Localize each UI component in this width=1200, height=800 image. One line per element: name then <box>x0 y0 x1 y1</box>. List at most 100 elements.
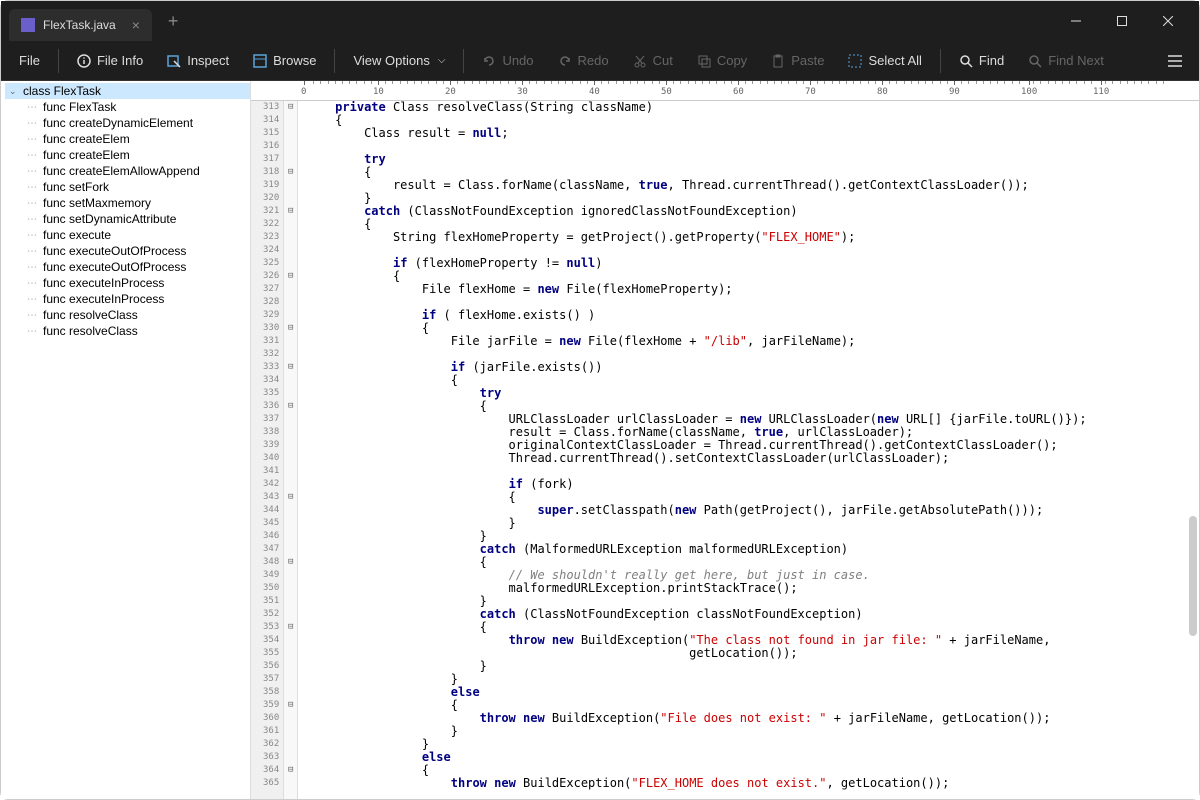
paste-icon <box>771 54 785 68</box>
code-editor[interactable]: 3133143153163173183193203213223233243253… <box>251 101 1199 799</box>
fold-toggle[interactable] <box>284 426 297 439</box>
find-next-button[interactable]: Find Next <box>1018 47 1114 74</box>
fold-toggle[interactable] <box>284 153 297 166</box>
fold-toggle[interactable]: ⊟ <box>284 556 297 569</box>
fold-toggle[interactable] <box>284 452 297 465</box>
fold-column[interactable]: ⊟ ⊟ ⊟ ⊟ ⊟ ⊟ ⊟ ⊟ ⊟ ⊟ ⊟ ⊟ <box>284 101 298 799</box>
tree-item[interactable]: func execute <box>23 227 250 243</box>
tree-item[interactable]: func executeInProcess <box>23 275 250 291</box>
undo-button[interactable]: Undo <box>472 47 543 74</box>
file-menu[interactable]: File <box>9 47 50 74</box>
copy-button[interactable]: Copy <box>687 47 757 74</box>
fold-toggle[interactable] <box>284 530 297 543</box>
fold-toggle[interactable] <box>284 244 297 257</box>
line-gutter: 3133143153163173183193203213223233243253… <box>251 101 284 799</box>
tree-collapse-icon[interactable]: ⌄ <box>9 86 19 97</box>
fold-toggle[interactable]: ⊟ <box>284 361 297 374</box>
tree-item[interactable]: func createElem <box>23 147 250 163</box>
fold-toggle[interactable] <box>284 192 297 205</box>
paste-button[interactable]: Paste <box>761 47 834 74</box>
fold-toggle[interactable]: ⊟ <box>284 699 297 712</box>
fold-toggle[interactable] <box>284 179 297 192</box>
fold-toggle[interactable]: ⊟ <box>284 101 297 114</box>
fold-toggle[interactable]: ⊟ <box>284 491 297 504</box>
fold-toggle[interactable] <box>284 686 297 699</box>
tree-root-item[interactable]: ⌄ class FlexTask <box>5 83 250 99</box>
view-options-menu[interactable]: View Options⌵ <box>343 47 455 74</box>
tree-item[interactable]: func executeOutOfProcess <box>23 259 250 275</box>
fold-toggle[interactable] <box>284 569 297 582</box>
minimize-button[interactable] <box>1053 1 1099 41</box>
tree-item[interactable]: func resolveClass <box>23 307 250 323</box>
file-info-button[interactable]: File Info <box>67 47 153 74</box>
close-tab-icon[interactable]: × <box>132 17 140 33</box>
fold-toggle[interactable] <box>284 283 297 296</box>
fold-toggle[interactable] <box>284 114 297 127</box>
fold-toggle[interactable]: ⊟ <box>284 166 297 179</box>
browse-button[interactable]: Browse <box>243 47 326 74</box>
hamburger-menu[interactable] <box>1159 45 1191 77</box>
fold-toggle[interactable] <box>284 777 297 790</box>
inspect-button[interactable]: Inspect <box>157 47 239 74</box>
fold-toggle[interactable] <box>284 582 297 595</box>
scrollbar-vertical[interactable] <box>1189 121 1197 779</box>
tree-item[interactable]: func setMaxmemory <box>23 195 250 211</box>
fold-toggle[interactable] <box>284 387 297 400</box>
fold-toggle[interactable]: ⊟ <box>284 400 297 413</box>
fold-toggle[interactable]: ⊟ <box>284 621 297 634</box>
tree-item[interactable]: func resolveClass <box>23 323 250 339</box>
outline-sidebar[interactable]: ⌄ class FlexTask func FlexTaskfunc creat… <box>1 81 251 799</box>
fold-toggle[interactable] <box>284 712 297 725</box>
fold-toggle[interactable] <box>284 608 297 621</box>
fold-toggle[interactable] <box>284 439 297 452</box>
fold-toggle[interactable] <box>284 660 297 673</box>
find-button[interactable]: Find <box>949 47 1014 74</box>
fold-toggle[interactable] <box>284 309 297 322</box>
tree-item[interactable]: func createElem <box>23 131 250 147</box>
fold-toggle[interactable] <box>284 634 297 647</box>
fold-toggle[interactable] <box>284 231 297 244</box>
tree-item[interactable]: func setDynamicAttribute <box>23 211 250 227</box>
fold-toggle[interactable] <box>284 725 297 738</box>
tree-item[interactable]: func setFork <box>23 179 250 195</box>
fold-toggle[interactable] <box>284 738 297 751</box>
fold-toggle[interactable] <box>284 673 297 686</box>
fold-toggle[interactable] <box>284 218 297 231</box>
toolbar: File File Info Inspect Browse View Optio… <box>1 41 1199 81</box>
fold-toggle[interactable] <box>284 543 297 556</box>
fold-toggle[interactable] <box>284 348 297 361</box>
fold-toggle[interactable]: ⊟ <box>284 764 297 777</box>
fold-toggle[interactable] <box>284 374 297 387</box>
fold-toggle[interactable]: ⊟ <box>284 322 297 335</box>
maximize-button[interactable] <box>1099 1 1145 41</box>
close-button[interactable] <box>1145 1 1191 41</box>
fold-toggle[interactable] <box>284 595 297 608</box>
code-content[interactable]: private Class resolveClass(String classN… <box>298 101 1199 799</box>
add-tab-button[interactable]: + <box>168 11 179 32</box>
tree-item[interactable]: func executeOutOfProcess <box>23 243 250 259</box>
fold-toggle[interactable] <box>284 504 297 517</box>
tree-item[interactable]: func executeInProcess <box>23 291 250 307</box>
fold-toggle[interactable] <box>284 127 297 140</box>
fold-toggle[interactable] <box>284 140 297 153</box>
fold-toggle[interactable] <box>284 478 297 491</box>
fold-toggle[interactable] <box>284 296 297 309</box>
fold-toggle[interactable] <box>284 517 297 530</box>
fold-toggle[interactable] <box>284 413 297 426</box>
tree-item[interactable]: func FlexTask <box>23 99 250 115</box>
fold-toggle[interactable]: ⊟ <box>284 205 297 218</box>
fold-toggle[interactable] <box>284 335 297 348</box>
fold-toggle[interactable] <box>284 751 297 764</box>
cut-button[interactable]: Cut <box>623 47 683 74</box>
scrollbar-thumb[interactable] <box>1189 516 1197 636</box>
select-all-button[interactable]: Select All <box>838 47 931 74</box>
redo-button[interactable]: Redo <box>548 47 619 74</box>
tree-item[interactable]: func createDynamicElement <box>23 115 250 131</box>
fold-toggle[interactable] <box>284 647 297 660</box>
fold-toggle[interactable] <box>284 257 297 270</box>
fold-toggle[interactable]: ⊟ <box>284 270 297 283</box>
file-tab[interactable]: FlexTask.java × <box>9 9 152 41</box>
tree-item[interactable]: func createElemAllowAppend <box>23 163 250 179</box>
fold-toggle[interactable] <box>284 465 297 478</box>
info-icon <box>77 54 91 68</box>
